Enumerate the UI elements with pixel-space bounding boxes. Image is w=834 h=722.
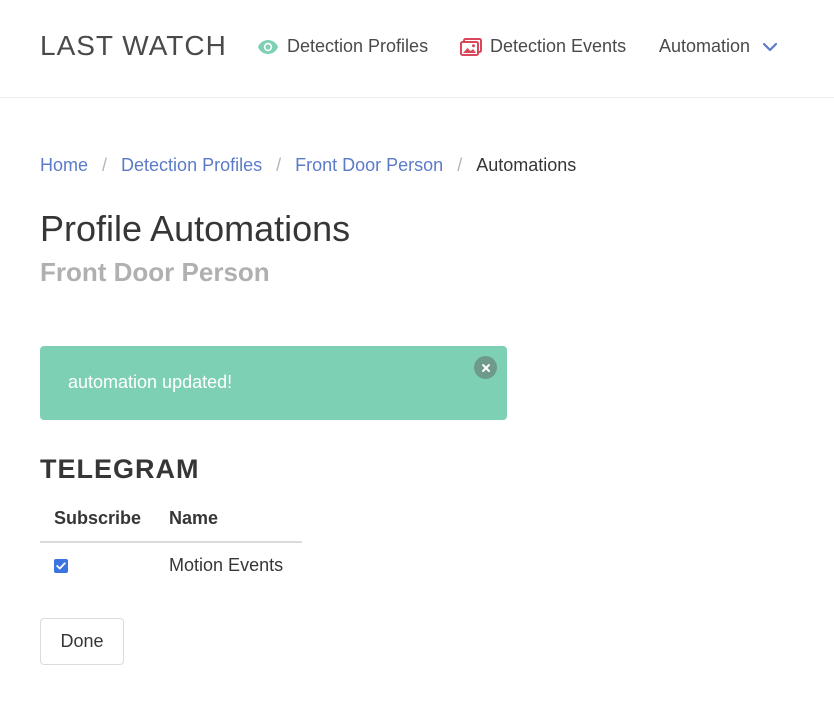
breadcrumb-current: Automations [476,155,577,175]
column-header-subscribe: Subscribe [40,498,156,543]
breadcrumb-profile[interactable]: Front Door Person [295,155,443,176]
done-button[interactable]: Done [40,618,124,665]
column-header-name: Name [155,498,303,543]
chevron-down-icon [762,42,778,52]
nav-item-label: Detection Profiles [287,36,429,56]
nav-item-label: Automation [659,36,751,56]
page-title: Profile Automations [40,208,351,249]
table-header-row: Subscribe Name [40,498,303,543]
nav-item-label: Detection Events [490,36,627,56]
automation-name: Motion Events [169,555,284,575]
subscribe-checkbox[interactable] [54,559,68,574]
nav-item-detection-profiles[interactable]: Detection Profiles [257,36,428,57]
nav-item-automation[interactable]: Automation [659,36,778,57]
close-icon[interactable] [474,356,497,379]
table-row: Motion Events [40,542,302,588]
subscribe-cell [40,542,155,588]
breadcrumb-home[interactable]: Home [40,155,88,176]
success-notification: automation updated! [40,346,507,420]
breadcrumb-separator: / [457,155,463,175]
navbar: LAST WATCH Detection Profiles Detection … [0,0,834,98]
breadcrumb-separator: / [102,155,108,175]
eye-icon [257,39,279,55]
breadcrumb: Home / Detection Profiles / Front Door P… [40,155,576,176]
nav-item-detection-events[interactable]: Detection Events [460,36,626,57]
breadcrumb-separator: / [276,155,282,175]
page-subtitle: Front Door Person [40,257,270,287]
brand-logo[interactable]: LAST WATCH [40,30,227,62]
breadcrumb-detection-profiles[interactable]: Detection Profiles [121,155,262,176]
section-title-telegram: TELEGRAM [40,454,200,484]
automations-table: Subscribe Name Motion Events [40,498,303,588]
notification-message: automation updated! [68,372,233,392]
images-icon [460,37,482,56]
